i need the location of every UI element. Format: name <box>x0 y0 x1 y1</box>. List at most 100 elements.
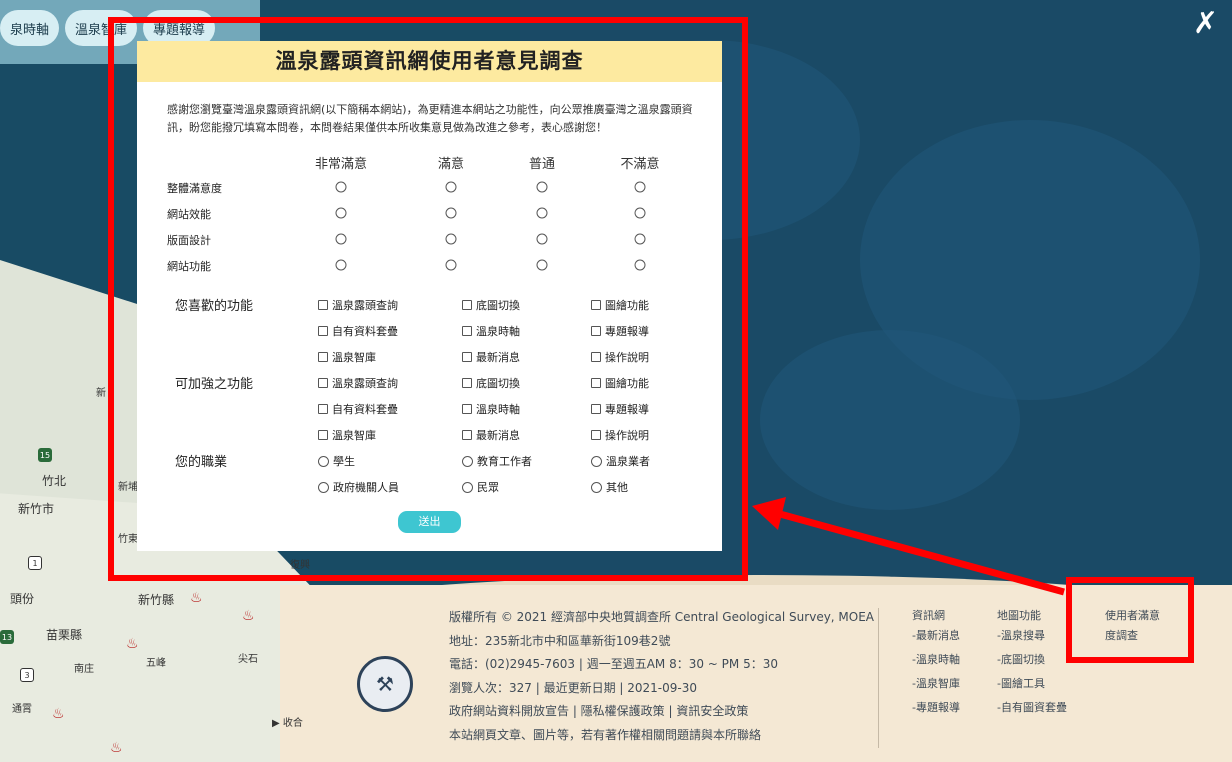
scale-very-satisfied: 非常滿意 <box>314 157 368 172</box>
occupation-radio[interactable]: 民眾 <box>462 479 499 495</box>
survey-intro: 感謝您瀏覽臺灣溫泉露頭資訊網(以下簡稱本網站)，為更精進本網站之功能性，向公眾推… <box>167 103 693 134</box>
hot-spring-icon[interactable]: ♨ <box>110 740 123 756</box>
checkbox-option[interactable]: 自有資料套疊 <box>318 323 398 339</box>
footer-info: 版權所有 © 2021 經濟部中央地質調查所 Central Geologica… <box>449 606 874 747</box>
footer-col-info: 資訊網 -最新消息 -溫泉時軸 -溫泉智庫 -專題報導 <box>912 606 960 718</box>
rating-radio[interactable] <box>634 207 646 219</box>
occupation-radio[interactable]: 學生 <box>318 453 355 469</box>
policy-links[interactable]: 政府網站資料開放宣告 | 隱私權保護政策 | 資訊安全政策 <box>449 700 874 724</box>
footer-link[interactable]: -圖繪工具 <box>997 674 1067 694</box>
town-label: 通霄 <box>12 704 32 715</box>
town-label: 頭份 <box>10 592 35 606</box>
town-label: 南庄 <box>74 664 94 675</box>
road-sign: 3 <box>20 668 34 682</box>
hot-spring-icon[interactable]: ♨ <box>126 636 139 652</box>
occupation-radio[interactable]: 教育工作者 <box>462 453 532 469</box>
rating-label-performance: 網站效能 <box>167 208 211 221</box>
scale-dissatisfied: 不滿意 <box>620 157 660 172</box>
occupation-radio[interactable]: 其他 <box>591 479 628 495</box>
copyright-note: 本站網頁文章、圖片等，若有著作權相關問題請與本所聯絡 <box>449 727 762 742</box>
checkbox-option[interactable]: 溫泉露頭查詢 <box>318 297 398 313</box>
occupation-radio[interactable]: 溫泉業者 <box>591 453 650 469</box>
rating-radio[interactable] <box>536 181 548 193</box>
rating-radio[interactable] <box>335 259 347 271</box>
checkbox-option[interactable]: 溫泉時軸 <box>462 401 520 417</box>
checkbox-option[interactable]: 最新消息 <box>462 349 520 365</box>
checkbox-option[interactable]: 圖繪功能 <box>591 375 649 391</box>
checkbox-option[interactable]: 溫泉時軸 <box>462 323 520 339</box>
footer-col-heading: 資訊網 <box>912 609 945 622</box>
survey-modal: 溫泉露頭資訊網使用者意見調查 感謝您瀏覽臺灣溫泉露頭資訊網(以下簡稱本網站)，為… <box>137 41 722 551</box>
hot-spring-icon[interactable]: ♨ <box>242 608 255 624</box>
checkbox-option[interactable]: 圖繪功能 <box>591 297 649 313</box>
footer-link[interactable]: -底圖切換 <box>997 650 1067 670</box>
visit-count: 瀏覽人次：327 | 最近更新日期 | 2021-09-30 <box>449 680 697 695</box>
tab-timeline[interactable]: 泉時軸 <box>0 10 60 46</box>
agency-logo: ⚒ <box>357 656 413 712</box>
checkbox-option[interactable]: 溫泉智庫 <box>318 427 376 443</box>
submit-button[interactable]: 送出 <box>398 511 461 533</box>
map-terrain <box>760 330 1020 510</box>
rating-radio[interactable] <box>536 233 548 245</box>
checkbox-option[interactable]: 操作說明 <box>591 349 649 365</box>
liked-features-label: 您喜歡的功能 <box>175 299 254 314</box>
rating-radio[interactable] <box>335 181 347 193</box>
rating-label-functions: 網站功能 <box>167 260 211 273</box>
town-label: 新 <box>96 388 106 399</box>
modal-title: 溫泉露頭資訊網使用者意見調查 <box>137 41 722 82</box>
footer-col-map: 地圖功能 -溫泉搜尋 -底圖切換 -圖繪工具 -自有圖資套疊 <box>997 606 1067 718</box>
footer-link[interactable]: -最新消息 <box>912 626 960 646</box>
divider <box>878 608 879 748</box>
rating-radio[interactable] <box>634 233 646 245</box>
improve-features-label: 可加強之功能 <box>175 377 254 392</box>
road-sign: 1 <box>28 556 42 570</box>
footer-link[interactable]: -自有圖資套疊 <box>997 698 1067 718</box>
collapse-toggle[interactable]: ▶ 收合 <box>272 714 303 729</box>
close-icon[interactable]: ✗ <box>1193 6 1218 41</box>
rating-radio[interactable] <box>445 259 457 271</box>
checkbox-option[interactable]: 最新消息 <box>462 427 520 443</box>
rating-radio[interactable] <box>445 181 457 193</box>
scale-neutral: 普通 <box>528 157 556 172</box>
town-label: 竹北 <box>42 474 67 488</box>
hot-spring-icon[interactable]: ♨ <box>190 590 203 606</box>
address: 地址：235新北市中和區華新街109巷2號 <box>449 633 671 648</box>
rating-radio[interactable] <box>536 207 548 219</box>
screenshot-stage: 泉時軸 溫泉智庫 專題報導 ✗ 竹北 新竹市 新竹縣 苗栗縣 頭份 南庄 五峰 … <box>0 0 1232 762</box>
footer-link[interactable]: -溫泉搜尋 <box>997 626 1067 646</box>
town-label: 五峰 <box>146 658 166 669</box>
rating-radio[interactable] <box>445 233 457 245</box>
hot-spring-icon[interactable]: ♨ <box>52 706 65 722</box>
checkbox-option[interactable]: 操作說明 <box>591 427 649 443</box>
road-sign: 13 <box>0 630 14 644</box>
rating-label-overall: 整體滿意度 <box>167 182 222 195</box>
occupation-label: 您的職業 <box>175 455 228 470</box>
checkbox-option[interactable]: 底圖切換 <box>462 297 520 313</box>
rating-radio[interactable] <box>634 259 646 271</box>
town-label: 苗栗縣 <box>46 628 83 642</box>
highlight-box <box>1066 577 1194 663</box>
checkbox-option[interactable]: 溫泉智庫 <box>318 349 376 365</box>
rating-radio[interactable] <box>335 207 347 219</box>
phone: 電話：(02)2945-7603 | 週一至週五AM 8：30 ~ PM 5：3… <box>449 657 778 671</box>
footer-col-heading: 地圖功能 <box>997 609 1041 622</box>
checkbox-option[interactable]: 自有資料套疊 <box>318 401 398 417</box>
occupation-radio[interactable]: 政府機關人員 <box>318 479 399 495</box>
rating-radio[interactable] <box>335 233 347 245</box>
scale-satisfied: 滿意 <box>437 157 465 172</box>
copyright: 版權所有 © 2021 經濟部中央地質調查所 Central Geologica… <box>449 610 875 624</box>
footer-link[interactable]: -溫泉時軸 <box>912 650 960 670</box>
footer-link[interactable]: -溫泉智庫 <box>912 674 960 694</box>
checkbox-option[interactable]: 底圖切換 <box>462 375 520 391</box>
town-label: 新竹市 <box>18 502 55 516</box>
rating-radio[interactable] <box>536 259 548 271</box>
rating-radio[interactable] <box>445 207 457 219</box>
town-label: 新竹縣 <box>138 593 175 607</box>
checkbox-option[interactable]: 溫泉露頭查詢 <box>318 375 398 391</box>
town-label: 尖石 <box>238 654 258 665</box>
checkbox-option[interactable]: 專題報導 <box>591 323 649 339</box>
footer-link[interactable]: -專題報導 <box>912 698 960 718</box>
rating-radio[interactable] <box>634 181 646 193</box>
checkbox-option[interactable]: 專題報導 <box>591 401 649 417</box>
rating-label-layout: 版面設計 <box>167 234 211 247</box>
